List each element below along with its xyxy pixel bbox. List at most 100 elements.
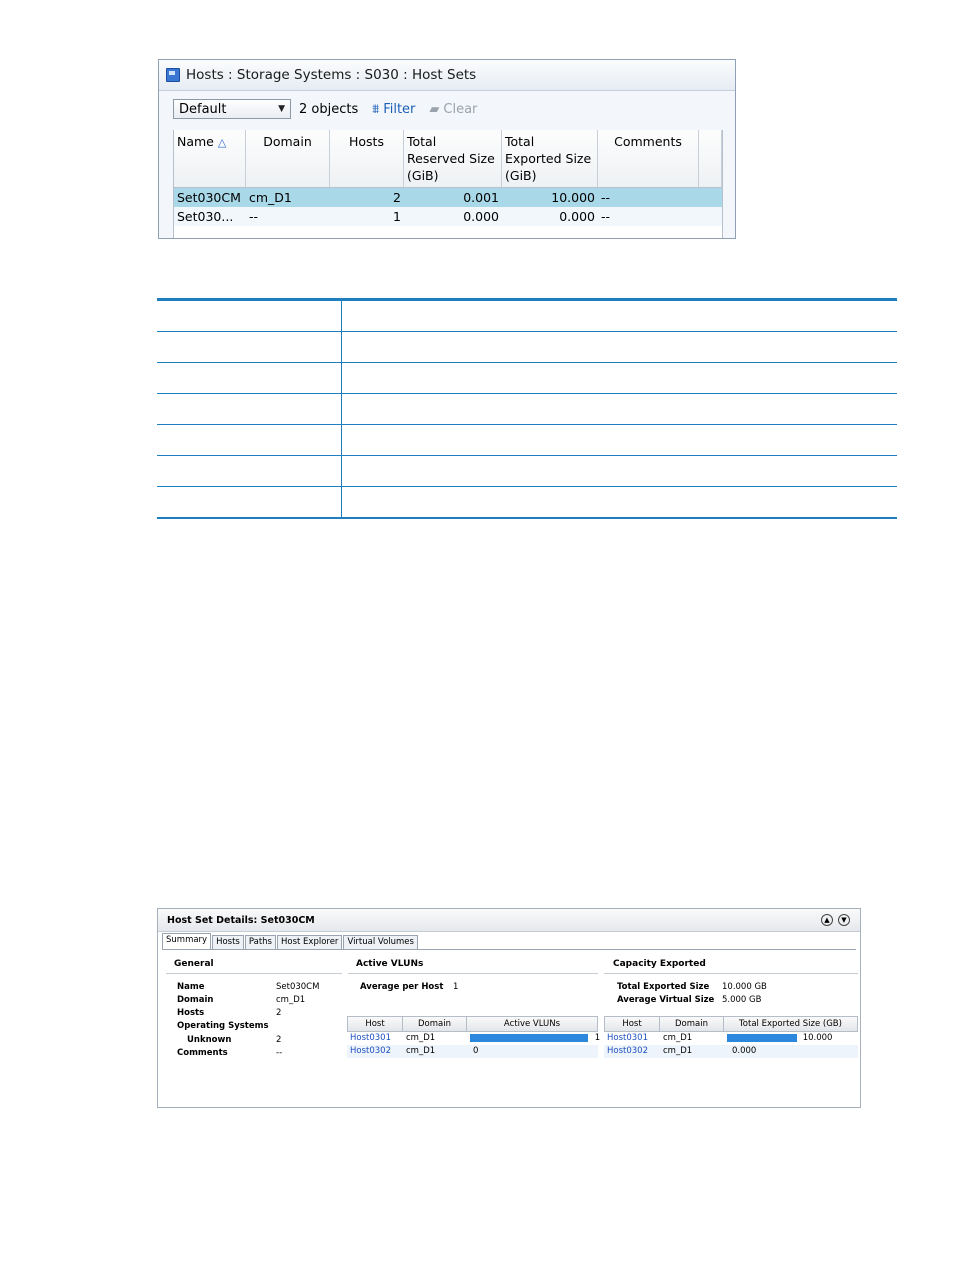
host-sets-panel: Hosts : Storage Systems : S030 : Host Se… xyxy=(158,59,736,239)
table-row xyxy=(157,425,897,456)
general-unknown-value: 2 xyxy=(276,1035,282,1045)
cell-domain: cm_D1 xyxy=(249,190,292,205)
vlun-bar xyxy=(470,1033,588,1042)
cell-vluns: 0 xyxy=(467,1045,597,1058)
general-os-label: Operating Systems xyxy=(177,1021,269,1031)
avg-virtual-value: 5.000 GB xyxy=(722,995,762,1005)
expand-down-icon[interactable]: ▼ xyxy=(838,914,850,926)
cell-domain: cm_D1 xyxy=(663,1046,693,1056)
toolbar: Default ▼ 2 objects ⩩ Filter ▰ Clear xyxy=(173,97,477,121)
column-header-spacer xyxy=(699,130,722,187)
host-link[interactable]: Host0302 xyxy=(347,1045,403,1058)
cell-reserved: 0.001 xyxy=(463,190,499,205)
table-row xyxy=(157,301,897,332)
general-comments-label: Comments xyxy=(177,1048,228,1058)
filter-label: Filter xyxy=(383,101,416,117)
table-row[interactable]: Host0302 cm_D1 0 xyxy=(347,1045,598,1058)
table-header: Name △ Domain Hosts Total Reserved Size (… xyxy=(174,130,722,188)
eraser-icon: ▰ xyxy=(429,101,440,117)
details-title: Host Set Details: Set030CM xyxy=(167,914,315,926)
filter-button[interactable]: ⩩ Filter xyxy=(372,102,415,117)
cell-comments: -- xyxy=(601,209,611,224)
host-set-details-panel: Host Set Details: Set030CM ▲ ▼ Summary H… xyxy=(157,908,861,1108)
general-name-value: Set030CM xyxy=(276,982,320,992)
host-link[interactable]: Host0302 xyxy=(604,1045,660,1058)
column-header-domain[interactable]: Domain xyxy=(246,130,330,187)
table-row[interactable]: Host0301 cm_D1 1 xyxy=(347,1032,601,1045)
cell-domain: cm_D1 xyxy=(663,1033,693,1043)
general-rule xyxy=(166,973,342,974)
tab-host-explorer[interactable]: Host Explorer xyxy=(276,935,343,949)
cell-exported: 10.000 xyxy=(724,1032,857,1045)
col-total-exported[interactable]: Total Exported Size (GB) xyxy=(724,1017,857,1031)
filter-icon: ⩩ xyxy=(372,101,380,117)
panel-title: Hosts : Storage Systems : S030 : Host Se… xyxy=(186,67,477,83)
cell-exported: 10.000 xyxy=(551,190,595,205)
tab-summary[interactable]: Summary xyxy=(162,933,212,949)
table-bottom-rule xyxy=(157,517,897,519)
general-hosts-value: 2 xyxy=(276,1008,282,1018)
cell-hosts: 2 xyxy=(393,190,401,205)
cell-reserved: 0.000 xyxy=(463,209,499,224)
cell-comments: -- xyxy=(601,190,611,205)
column-header-reserved[interactable]: Total Reserved Size (GiB) xyxy=(404,130,502,187)
col-domain[interactable]: Domain xyxy=(403,1017,467,1031)
host-link[interactable]: Host0301 xyxy=(604,1032,660,1045)
cell-domain: cm_D1 xyxy=(406,1046,436,1056)
general-domain-label: Domain xyxy=(177,995,214,1005)
column-header-hosts[interactable]: Hosts xyxy=(330,130,404,187)
avg-per-host-value: 1 xyxy=(453,982,459,992)
sort-ascending-icon: △ xyxy=(217,136,227,149)
active-vluns-table-header: Host Domain Active VLUNs xyxy=(347,1016,598,1032)
table-row xyxy=(157,394,897,425)
table-row xyxy=(157,363,897,394)
tab-divider xyxy=(162,949,856,950)
tab-virtual-volumes[interactable]: Virtual Volumes xyxy=(343,935,418,949)
vlun-value: 1 xyxy=(594,1033,601,1043)
capacity-exported-rule xyxy=(604,973,858,974)
total-exported-value: 10.000 GB xyxy=(722,982,767,992)
general-domain-value: cm_D1 xyxy=(276,995,306,1005)
capacity-table-header: Host Domain Total Exported Size (GB) xyxy=(604,1016,858,1032)
col-domain[interactable]: Domain xyxy=(660,1017,724,1031)
avg-virtual-label: Average Virtual Size xyxy=(617,995,715,1005)
clear-button[interactable]: ▰ Clear xyxy=(429,102,477,117)
table-row[interactable]: Host0302 cm_D1 0.000 xyxy=(604,1045,858,1058)
object-count: 2 objects xyxy=(299,101,359,117)
vlun-value: 0 xyxy=(473,1046,479,1056)
column-header-comments[interactable]: Comments xyxy=(598,130,699,187)
capacity-exported-table: Host Domain Total Exported Size (GB) Hos… xyxy=(604,1016,858,1058)
table-row[interactable]: Set030CM cm_D1 2 0.001 10.000 -- xyxy=(174,188,722,207)
general-name-label: Name xyxy=(177,982,205,992)
cell-domain: cm_D1 xyxy=(406,1033,436,1043)
host-link[interactable]: Host0301 xyxy=(347,1032,403,1045)
table-row[interactable]: Host0301 cm_D1 10.000 xyxy=(604,1032,858,1045)
view-select[interactable]: Default ▼ xyxy=(173,99,291,119)
exported-bar xyxy=(727,1033,797,1042)
table-row xyxy=(157,456,897,487)
host-sets-table: Name △ Domain Hosts Total Reserved Size (… xyxy=(173,130,723,238)
capacity-exported-heading: Capacity Exported xyxy=(613,959,706,969)
exported-value: 0.000 xyxy=(732,1046,757,1056)
view-select-value: Default xyxy=(179,101,227,117)
col-host[interactable]: Host xyxy=(348,1017,403,1031)
general-heading: General xyxy=(174,959,214,969)
tab-hosts[interactable]: Hosts xyxy=(212,935,244,949)
general-unknown-label: Unknown xyxy=(187,1035,232,1045)
details-tabs: Summary Hosts Paths Host Explorer Virtua… xyxy=(162,933,419,949)
col-active-vluns[interactable]: Active VLUNs xyxy=(467,1017,597,1031)
host-set-icon xyxy=(166,68,180,82)
active-vluns-table: Host Domain Active VLUNs Host0301 cm_D1 … xyxy=(347,1016,601,1058)
cell-vluns: 1 xyxy=(467,1032,601,1045)
col-host[interactable]: Host xyxy=(605,1017,660,1031)
table-row[interactable]: Set030... -- 1 0.000 0.000 -- xyxy=(174,207,722,226)
exported-value: 10.000 xyxy=(802,1033,833,1043)
column-header-exported[interactable]: Total Exported Size (GiB) xyxy=(502,130,598,187)
general-comments-value: -- xyxy=(276,1048,283,1058)
collapse-up-icon[interactable]: ▲ xyxy=(821,914,833,926)
active-vluns-rule xyxy=(348,973,598,974)
cell-name: Set030... xyxy=(177,209,234,224)
column-header-name[interactable]: Name △ xyxy=(174,130,246,187)
cell-hosts: 1 xyxy=(393,209,401,224)
tab-paths[interactable]: Paths xyxy=(244,935,276,949)
